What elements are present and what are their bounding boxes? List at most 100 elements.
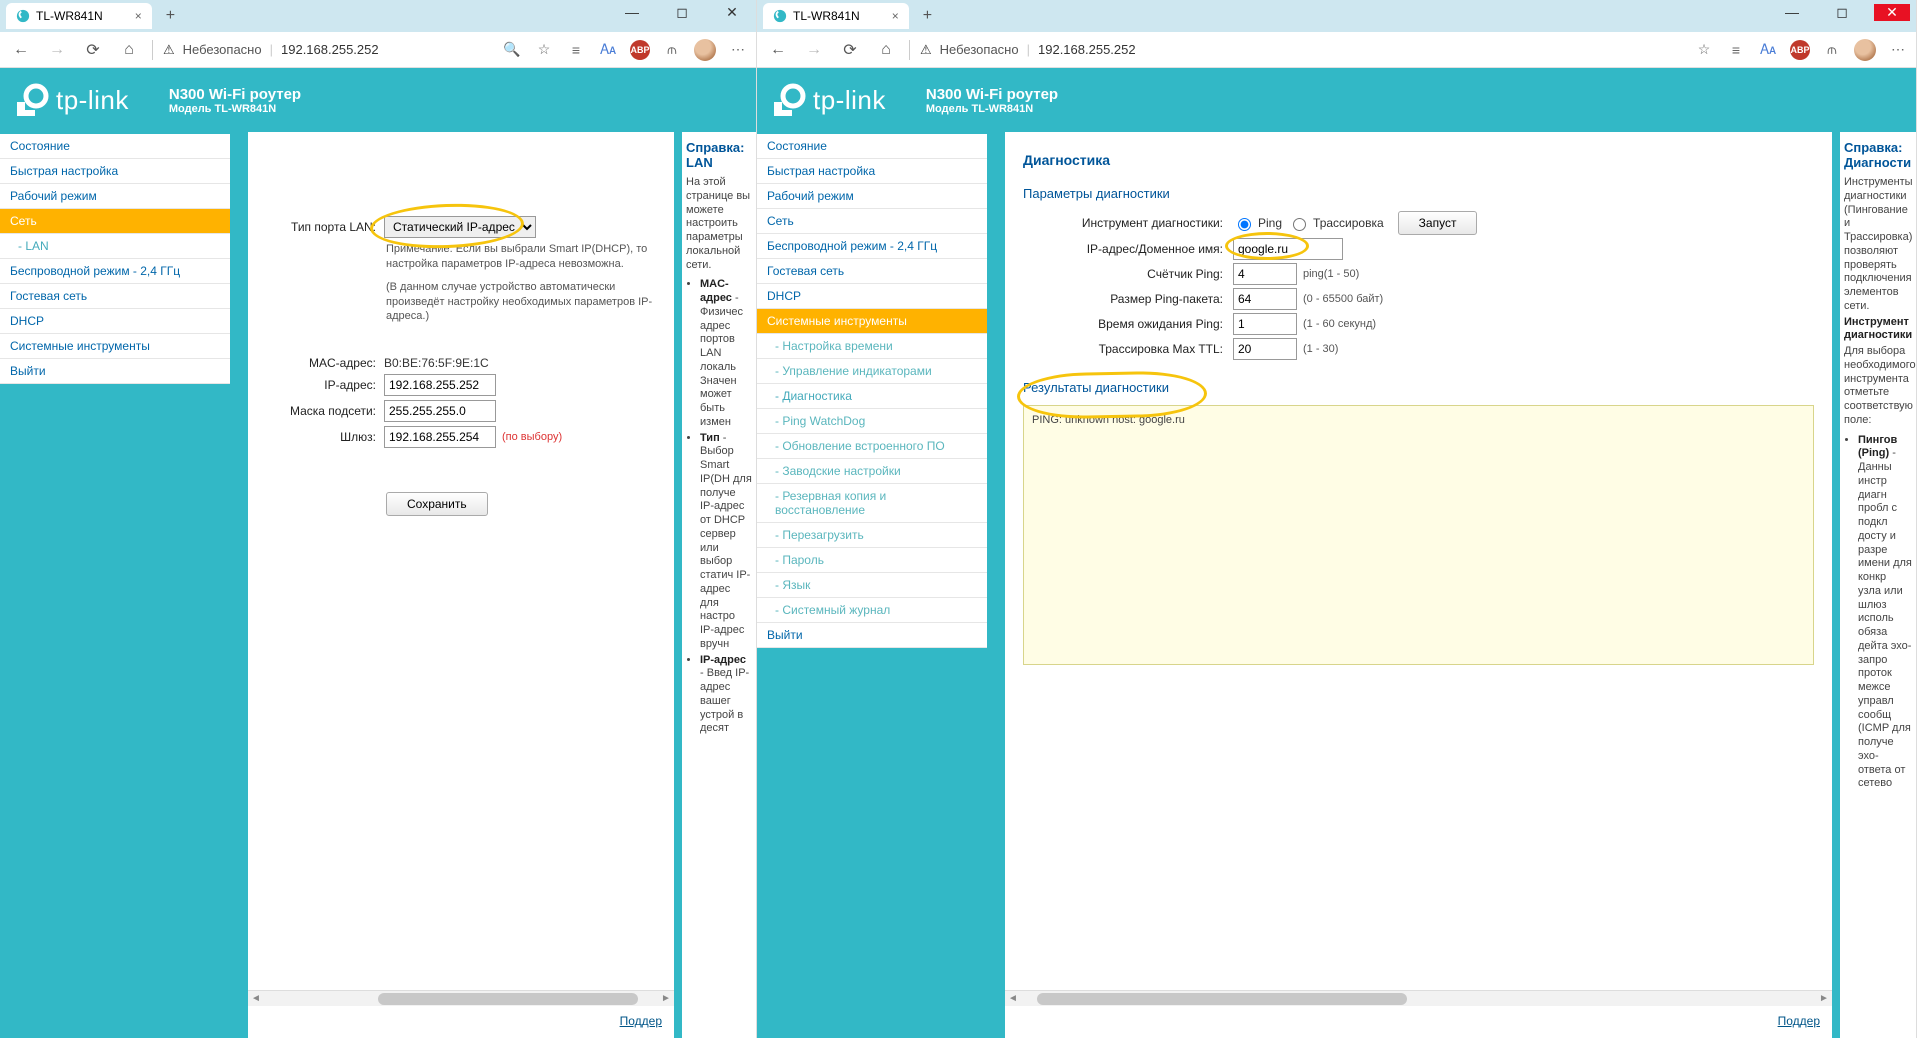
product-model: Модель TL-WR841N bbox=[169, 103, 301, 115]
refresh-icon[interactable]: ⟳ bbox=[837, 40, 863, 60]
sidebar-item-logout[interactable]: Выйти bbox=[0, 359, 230, 384]
home-icon[interactable]: ⌂ bbox=[116, 41, 142, 59]
back-icon[interactable]: ← bbox=[765, 41, 791, 59]
favorite-icon[interactable]: ☆ bbox=[1694, 40, 1714, 60]
address-bar[interactable]: ⚠ Небезопасно | 192.168.255.252 bbox=[163, 42, 492, 58]
ip-input[interactable] bbox=[384, 374, 496, 396]
tab-title: TL-WR841N bbox=[36, 9, 103, 23]
count-input[interactable] bbox=[1233, 263, 1297, 285]
forward-icon[interactable]: → bbox=[44, 41, 70, 59]
sidebar-item-guest[interactable]: Гостевая сеть bbox=[757, 259, 987, 284]
adblock-ext-icon[interactable]: ABP bbox=[630, 40, 650, 60]
sidebar-item-dhcp[interactable]: DHCP bbox=[0, 309, 230, 334]
mac-label: MAC-адрес: bbox=[266, 356, 376, 370]
browser-menu-icon[interactable]: ⋯ bbox=[728, 40, 748, 60]
sidebar-item-guest[interactable]: Гостевая сеть bbox=[0, 284, 230, 309]
lan-note-2: (В данном случае устройство автоматическ… bbox=[386, 280, 656, 325]
browser-menu-icon[interactable]: ⋯ bbox=[1888, 40, 1908, 60]
sidebar-item-syslog[interactable]: - Системный журнал bbox=[757, 598, 987, 623]
mask-input[interactable] bbox=[384, 400, 496, 422]
window-minimize-icon[interactable]: — bbox=[614, 4, 650, 21]
logo-text: tp-link bbox=[813, 85, 886, 116]
sidebar-item-language[interactable]: - Язык bbox=[757, 573, 987, 598]
translate-ext-icon[interactable]: 🗛 bbox=[598, 40, 618, 60]
hscrollbar[interactable]: ◄ ► bbox=[1005, 990, 1832, 1006]
count-hint: ping(1 - 50) bbox=[1303, 268, 1359, 280]
router-header: tp-link N300 Wi-Fi роутер Модель TL-WR84… bbox=[757, 68, 1916, 132]
forward-icon[interactable]: → bbox=[801, 41, 827, 59]
sidebar-item-firmware[interactable]: - Обновление встроенного ПО bbox=[757, 434, 987, 459]
sidebar-item-backup[interactable]: - Резервная копия и восстановление bbox=[757, 484, 987, 523]
save-button[interactable]: Сохранить bbox=[386, 492, 488, 516]
sidebar-item-wireless[interactable]: Беспроводной режим - 2,4 ГГц bbox=[757, 234, 987, 259]
sidebar-item-status[interactable]: Состояние bbox=[0, 134, 230, 159]
timeout-input[interactable] bbox=[1233, 313, 1297, 335]
new-tab-button[interactable]: + bbox=[917, 7, 938, 25]
support-link[interactable]: Поддер bbox=[1778, 1014, 1820, 1028]
tab-close-icon[interactable]: × bbox=[892, 9, 899, 23]
sidebar-item-logout[interactable]: Выйти bbox=[757, 623, 987, 648]
sidebar-item-workmode[interactable]: Рабочий режим bbox=[0, 184, 230, 209]
ttl-hint: (1 - 30) bbox=[1303, 343, 1338, 355]
favorite-icon[interactable]: ☆ bbox=[534, 40, 554, 60]
browser-window-right: TL-WR841N × + — ◻ ✕ ← → ⟳ ⌂ ⚠ Небезопасн… bbox=[757, 0, 1917, 1038]
sidebar-item-workmode[interactable]: Рабочий режим bbox=[757, 184, 987, 209]
refresh-icon[interactable]: ⟳ bbox=[80, 40, 106, 60]
tab-favicon-icon bbox=[16, 9, 30, 23]
translate-ext-icon[interactable]: 🗛 bbox=[1758, 40, 1778, 60]
database-ext-icon[interactable]: ≡ bbox=[566, 40, 586, 60]
sidebar-item-systemtools[interactable]: Системные инструменты bbox=[0, 334, 230, 359]
favorites-ext-icon[interactable]: ⫙ bbox=[1822, 40, 1842, 60]
help-intro: На этой странице вы можете настроить пар… bbox=[686, 176, 752, 272]
sidebar-item-pingwatchdog[interactable]: - Ping WatchDog bbox=[757, 409, 987, 434]
params-heading: Параметры диагностики bbox=[1023, 186, 1814, 201]
ping-radio[interactable] bbox=[1238, 218, 1251, 231]
trace-radio[interactable] bbox=[1293, 218, 1306, 231]
product-info: N300 Wi-Fi роутер Модель TL-WR841N bbox=[926, 86, 1058, 115]
home-icon[interactable]: ⌂ bbox=[873, 41, 899, 59]
help-panel: Справка: LAN На этой странице вы можете … bbox=[682, 132, 756, 1038]
support-link[interactable]: Поддер bbox=[620, 1014, 662, 1028]
sidebar-item-network[interactable]: Сеть bbox=[757, 209, 987, 234]
search-ext-icon[interactable]: 🔍 bbox=[502, 40, 522, 60]
sidebar-item-password[interactable]: - Пароль bbox=[757, 548, 987, 573]
window-maximize-icon[interactable]: ◻ bbox=[1824, 4, 1860, 21]
sidebar-item-systemtools[interactable]: Системные инструменты bbox=[757, 309, 987, 334]
lan-port-type-select[interactable]: Статический IP-адрес bbox=[384, 216, 536, 238]
favorites-ext-icon[interactable]: ⫙ bbox=[662, 40, 682, 60]
sidebar-item-dhcp[interactable]: DHCP bbox=[757, 284, 987, 309]
sidebar-item-lan[interactable]: - LAN bbox=[0, 234, 230, 259]
sidebar-item-status[interactable]: Состояние bbox=[757, 134, 987, 159]
ttl-input[interactable] bbox=[1233, 338, 1297, 360]
sidebar-item-time[interactable]: - Настройка времени bbox=[757, 334, 987, 359]
profile-avatar-icon[interactable] bbox=[1854, 39, 1876, 61]
address-bar[interactable]: ⚠ Небезопасно | 192.168.255.252 bbox=[920, 42, 1684, 58]
sidebar-item-leds[interactable]: - Управление индикаторами bbox=[757, 359, 987, 384]
warning-icon: ⚠ bbox=[920, 42, 932, 58]
back-icon[interactable]: ← bbox=[8, 41, 34, 59]
size-input[interactable] bbox=[1233, 288, 1297, 310]
sidebar-item-quicksetup[interactable]: Быстрая настройка bbox=[757, 159, 987, 184]
sidebar-item-factory[interactable]: - Заводские настройки bbox=[757, 459, 987, 484]
window-close-icon[interactable]: ✕ bbox=[714, 4, 750, 21]
sidebar-item-diagnostics[interactable]: - Диагностика bbox=[757, 384, 987, 409]
window-maximize-icon[interactable]: ◻ bbox=[664, 4, 700, 21]
new-tab-button[interactable]: + bbox=[160, 7, 181, 25]
browser-tab[interactable]: TL-WR841N × bbox=[6, 3, 152, 29]
database-ext-icon[interactable]: ≡ bbox=[1726, 40, 1746, 60]
sidebar-item-reboot[interactable]: - Перезагрузить bbox=[757, 523, 987, 548]
sidebar-item-quicksetup[interactable]: Быстрая настройка bbox=[0, 159, 230, 184]
window-close-icon[interactable]: ✕ bbox=[1874, 4, 1910, 21]
sidebar-item-wireless[interactable]: Беспроводной режим - 2,4 ГГц bbox=[0, 259, 230, 284]
host-input[interactable] bbox=[1233, 238, 1343, 260]
gw-optional: (по выбору) bbox=[502, 431, 562, 443]
sidebar-item-network[interactable]: Сеть bbox=[0, 209, 230, 234]
adblock-ext-icon[interactable]: ABP bbox=[1790, 40, 1810, 60]
browser-tab[interactable]: TL-WR841N × bbox=[763, 3, 909, 29]
window-minimize-icon[interactable]: — bbox=[1774, 4, 1810, 21]
tab-close-icon[interactable]: × bbox=[135, 9, 142, 23]
hscrollbar[interactable]: ◄ ► bbox=[248, 990, 674, 1006]
gw-input[interactable] bbox=[384, 426, 496, 448]
profile-avatar-icon[interactable] bbox=[694, 39, 716, 61]
run-diag-button[interactable]: Запуст bbox=[1398, 211, 1478, 235]
